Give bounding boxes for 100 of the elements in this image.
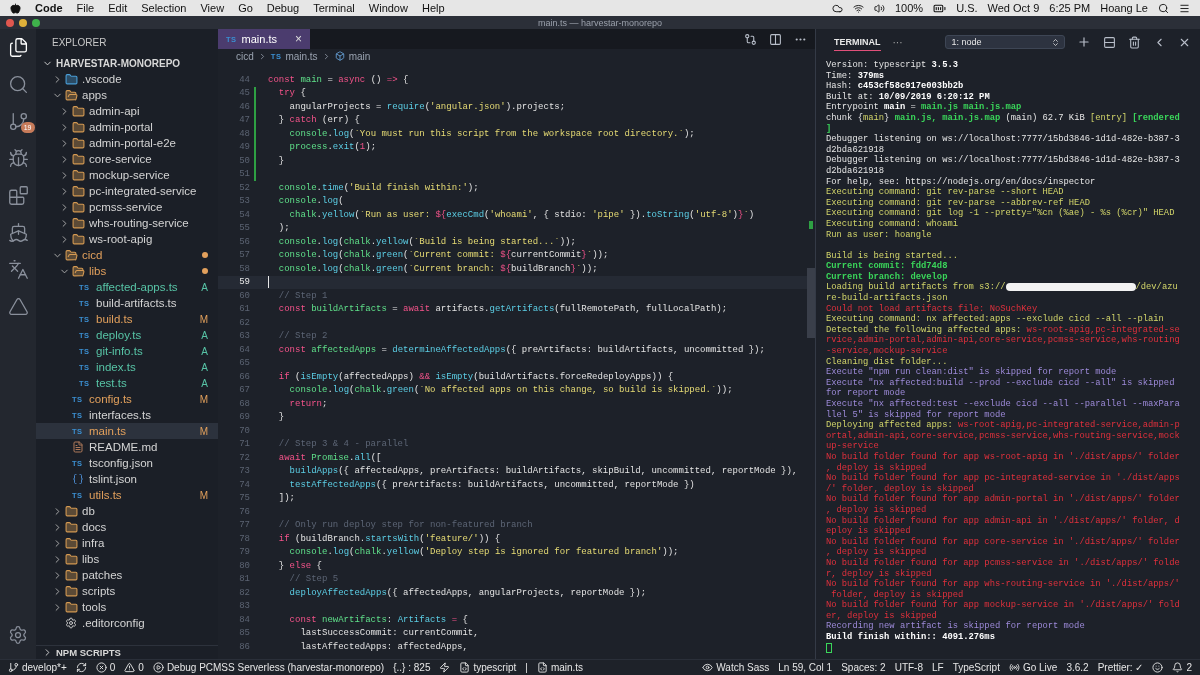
tree-item[interactable]: pcmss-service — [36, 199, 218, 215]
breadcrumb-link[interactable]: main.ts — [285, 50, 318, 62]
scrollbar-thumb[interactable] — [807, 268, 815, 338]
breadcrumb-link[interactable]: cicd — [236, 50, 254, 62]
change-marker — [809, 221, 813, 229]
status-item[interactable]: 0 — [95, 662, 116, 673]
menu-item[interactable]: View — [200, 2, 225, 14]
line-number: 75 — [238, 493, 250, 504]
status-item[interactable]: Prettier: ✓ — [1097, 662, 1144, 673]
menu-item[interactable]: Window — [368, 2, 408, 14]
tree-item[interactable]: tslint.json — [36, 471, 218, 487]
tree-item[interactable]: docs — [36, 519, 218, 535]
extensions-icon[interactable] — [7, 185, 29, 206]
split-editor-icon[interactable] — [769, 32, 782, 46]
workspace-header[interactable]: HARVESTAR-MONOREPO — [36, 55, 218, 71]
tree-item[interactable]: whs-routing-service — [36, 215, 218, 231]
menu-item[interactable]: Debug — [266, 2, 300, 14]
translate-icon[interactable] — [7, 259, 29, 280]
settings-icon[interactable] — [8, 625, 28, 645]
search-icon[interactable] — [1158, 2, 1169, 14]
cloud-icon[interactable] — [832, 2, 843, 14]
code-line: const affectedApps = determineAffectedApps({ preArtifacts: buildArtifacts, uncommitted }); — [277, 344, 765, 355]
more-button[interactable]: ··· — [892, 36, 903, 48]
triangle-icon[interactable] — [7, 296, 29, 317]
apple-icon[interactable] — [10, 2, 21, 14]
shell-select[interactable]: 1: node — [944, 35, 1065, 49]
volume-icon[interactable] — [874, 2, 885, 14]
menu-item[interactable]: Terminal — [313, 2, 355, 14]
tree-item[interactable]: libs — [36, 263, 218, 279]
tree-item[interactable]: tools — [36, 599, 218, 615]
tree-item[interactable]: core-service — [36, 151, 218, 167]
source-control-icon[interactable] — [7, 111, 29, 132]
menu-date[interactable]: Wed Oct 9 — [987, 2, 1040, 14]
status-item[interactable]: Spaces: 2 — [841, 662, 886, 673]
minimize-light[interactable] — [19, 18, 27, 27]
tree-item[interactable]: mockup-service — [36, 167, 218, 183]
menu-icon[interactable] — [1179, 2, 1190, 14]
menu-item[interactable]: Code — [35, 2, 63, 14]
line-number: 77 — [238, 520, 250, 531]
wifi-icon[interactable] — [853, 2, 864, 14]
tree-item[interactable]: patches — [36, 567, 218, 583]
user-name[interactable]: Hoang Le — [1100, 2, 1148, 14]
input-source[interactable]: U.S. — [956, 2, 978, 14]
tree-item[interactable]: README.md — [36, 439, 218, 455]
files-icon[interactable] — [7, 37, 29, 58]
plus-icon[interactable] — [1076, 35, 1091, 49]
close-light[interactable] — [6, 18, 14, 27]
tree-item[interactable]: scripts — [36, 583, 218, 599]
tree-item[interactable]: db — [36, 503, 218, 519]
status-item[interactable]: 3.6.2 — [1066, 662, 1089, 673]
tree-item[interactable]: pc-integrated-service — [36, 183, 218, 199]
tree-item[interactable]: admin-api — [36, 103, 218, 119]
modified-dot — [202, 252, 208, 258]
terminal-line: For help, see: https://nodejs.org/en/docs/inspector — [826, 176, 1097, 187]
lightning-icon[interactable] — [439, 662, 451, 673]
line-number: 45 — [238, 88, 250, 99]
status-item[interactable]: | — [525, 662, 528, 673]
tree-item[interactable]: infra — [36, 535, 218, 551]
status-item[interactable]: Ln 59, Col 1 — [778, 662, 833, 673]
terminal-line: No build folder found for app core-service in './dist/apps/' folder — [826, 536, 1181, 547]
menu-item[interactable]: Selection — [141, 2, 187, 14]
breadcrumb-link[interactable]: main — [348, 50, 371, 62]
menu-clock[interactable]: 6:25 PM — [1049, 2, 1091, 14]
branch-icon — [8, 662, 19, 673]
status-item[interactable]: Debug PCMSS Serverless (harvestar-monorepo) — [152, 662, 385, 673]
status-item[interactable]: 0 — [124, 662, 144, 673]
tree-item[interactable]: admin-portal — [36, 119, 218, 135]
menu-item[interactable]: File — [76, 2, 95, 14]
compare-icon[interactable] — [744, 32, 757, 46]
tree-item[interactable]: ws-root-apig — [36, 231, 218, 247]
tree-item[interactable]: admin-portal-e2e — [36, 135, 218, 151]
menu-item[interactable]: Go — [238, 2, 253, 14]
trash-icon[interactable] — [1127, 35, 1141, 49]
status-item[interactable]: {..} : 825 — [393, 662, 431, 673]
sync-icon[interactable] — [75, 662, 87, 673]
terminal-tab[interactable]: TERMINAL — [834, 33, 881, 51]
status-item[interactable]: LF — [932, 662, 944, 673]
status-item[interactable]: Go Live — [1008, 662, 1058, 673]
close-icon[interactable]: × — [295, 32, 302, 46]
status-item[interactable]: main.ts — [536, 662, 584, 673]
status-item[interactable]: Watch Sass — [702, 662, 770, 673]
status-item[interactable]: develop*+ — [8, 662, 67, 673]
menu-item[interactable]: Help — [421, 2, 445, 14]
code-line: // Step 2 — [277, 331, 328, 342]
line-number: 47 — [238, 115, 250, 126]
status-item[interactable]: TypeScript — [952, 662, 1000, 673]
status-item[interactable]: 2 — [1172, 662, 1192, 673]
tree-item[interactable]: apps — [36, 87, 218, 103]
tree-item[interactable]: cicd — [36, 247, 218, 263]
ship-icon[interactable] — [7, 222, 29, 243]
status-item[interactable]: UTF-8 — [894, 662, 923, 673]
menu-item[interactable]: Edit — [108, 2, 128, 14]
status-item[interactable]: typescript — [459, 662, 517, 673]
smiley-icon[interactable] — [1152, 662, 1164, 673]
tree-item[interactable]: .editorconfig — [36, 615, 218, 631]
zoom-light[interactable] — [32, 18, 40, 27]
tree-item[interactable]: libs — [36, 551, 218, 567]
tree-item[interactable]: .vscode — [36, 71, 218, 87]
split-icon[interactable] — [1102, 35, 1116, 49]
bug-icon[interactable] — [7, 148, 29, 169]
